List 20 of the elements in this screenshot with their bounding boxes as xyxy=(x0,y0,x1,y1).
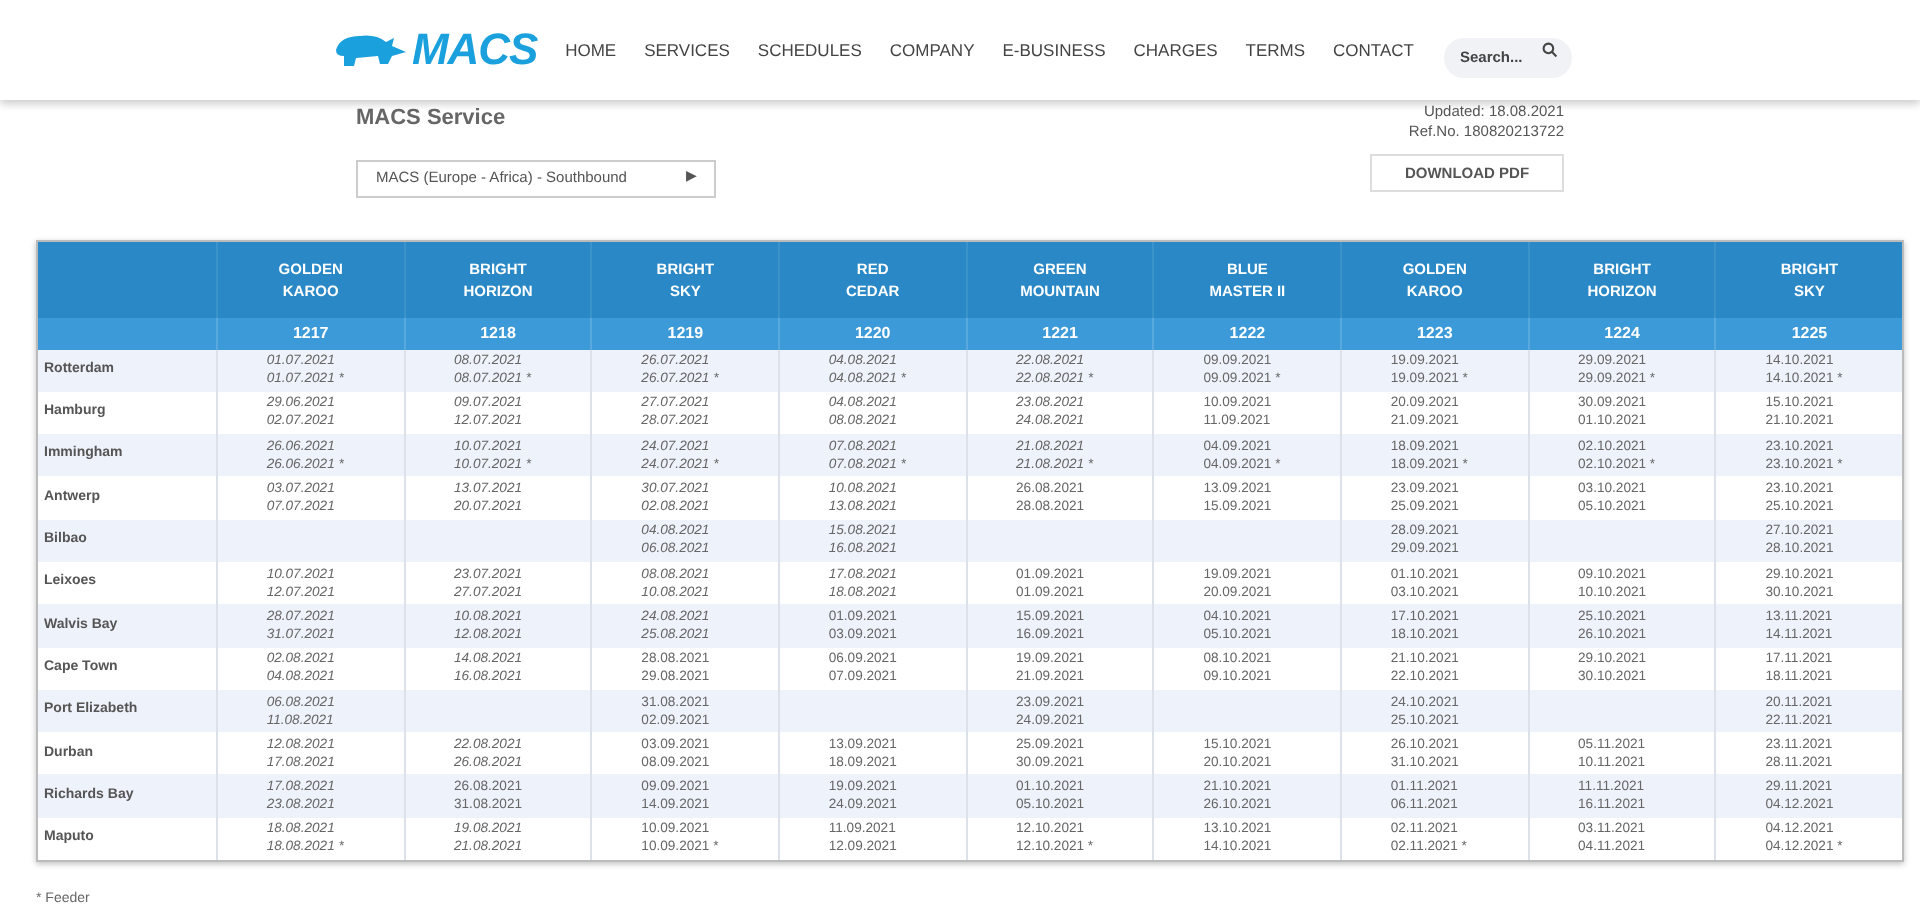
voyage-number: 1222 xyxy=(1229,321,1266,345)
voyage-number: 1218 xyxy=(480,321,516,345)
search-icon xyxy=(1542,42,1558,58)
voyage-number: 1223 xyxy=(1416,321,1453,345)
nav-link[interactable]: CHARGES xyxy=(1133,37,1218,63)
rhino-icon xyxy=(332,30,408,70)
voyage-number: 1220 xyxy=(854,321,891,345)
voyage-number: 1219 xyxy=(667,321,704,345)
nav-link[interactable]: SCHEDULES xyxy=(757,37,862,63)
voyage-number: 1224 xyxy=(1604,321,1640,345)
voyage-number: 1221 xyxy=(1042,321,1078,345)
nav-link[interactable]: TERMS xyxy=(1245,37,1306,63)
page-title: MACS Service xyxy=(356,104,508,134)
voyage-number: 1225 xyxy=(1791,321,1828,345)
nav-link[interactable]: E-BUSINESS xyxy=(1002,37,1106,63)
nav-link[interactable]: CONTACT xyxy=(1333,37,1414,63)
nav-link[interactable]: SERVICES xyxy=(644,37,730,63)
voyage-number: 1217 xyxy=(292,321,329,345)
nav-link[interactable]: HOME xyxy=(565,37,617,63)
nav-link[interactable]: COMPANY xyxy=(889,37,975,63)
